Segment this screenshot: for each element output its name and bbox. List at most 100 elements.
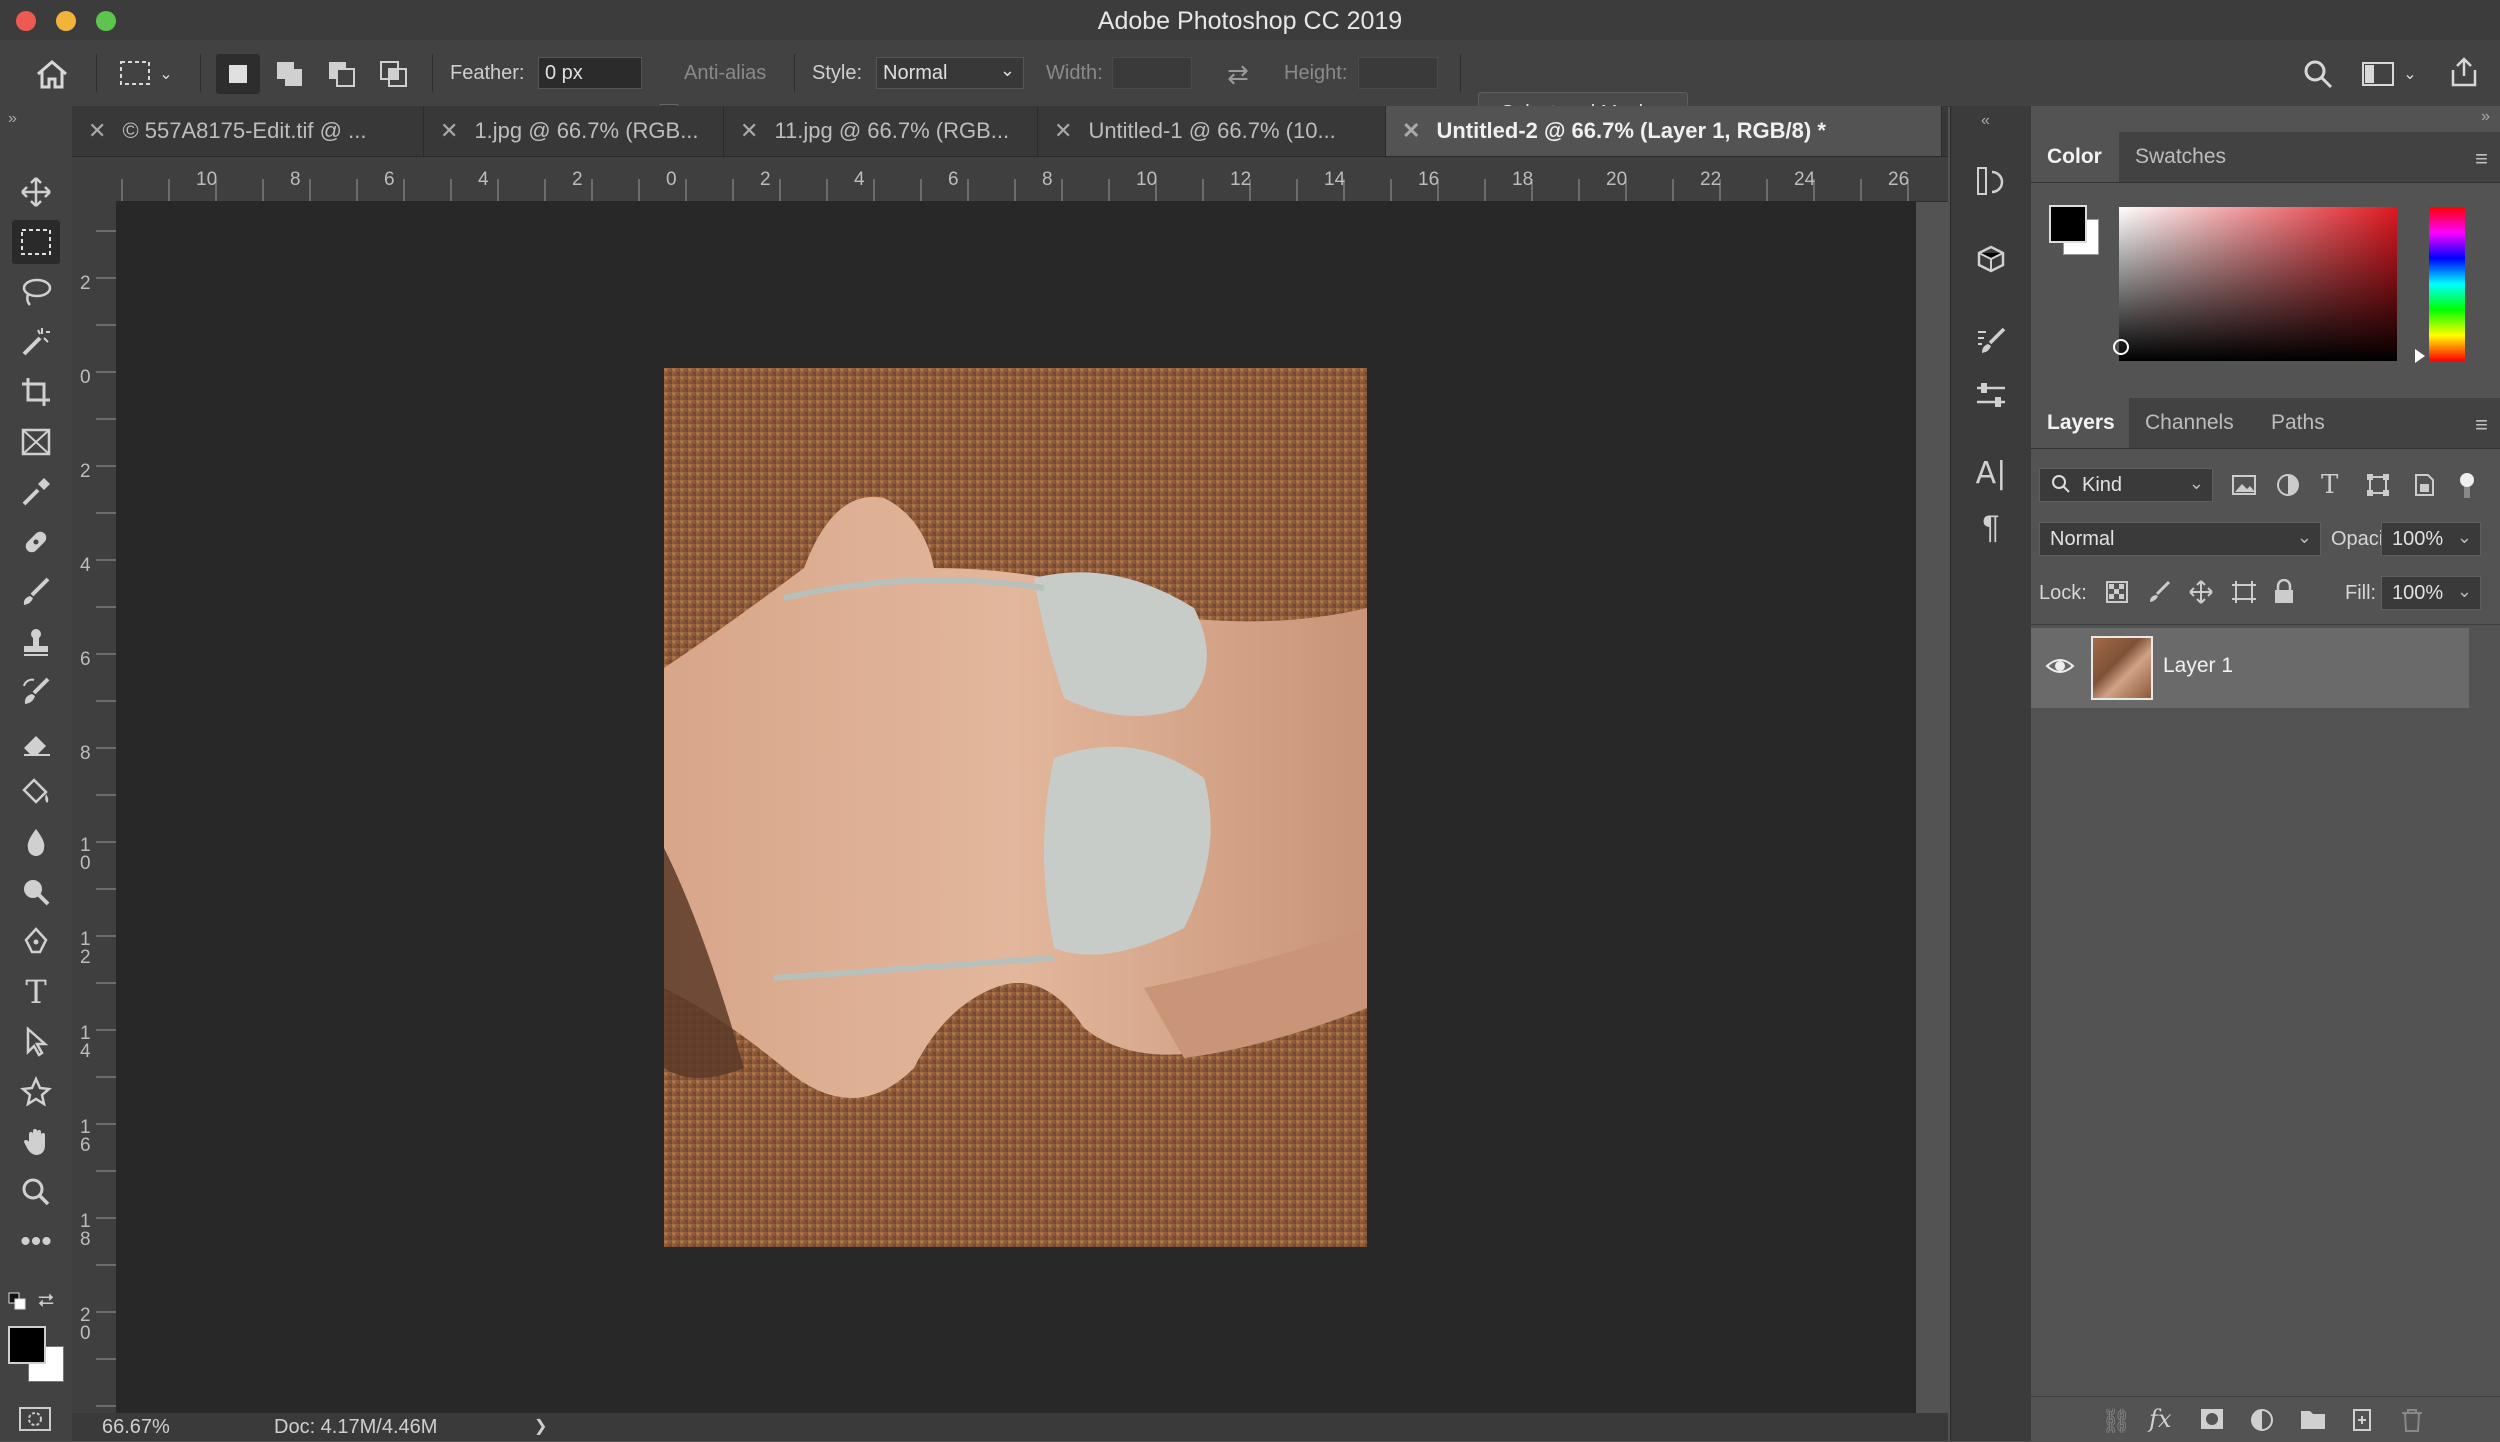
status-menu-arrow[interactable]: ❯ (534, 1416, 547, 1436)
search-icon[interactable] (2298, 54, 2338, 94)
home-icon[interactable] (30, 54, 74, 94)
workspace-switcher[interactable]: ⌄ (2354, 54, 2424, 94)
color-field[interactable] (2113, 207, 2397, 361)
tab-557A8175-edit[interactable]: ✕ © 557A8175-Edit.tif @ ... (72, 106, 424, 156)
swap-dimensions-icon[interactable]: ⇄ (1216, 54, 1260, 94)
new-layer-icon[interactable] (2349, 1407, 2375, 1438)
close-tab-icon[interactable]: ✕ (440, 118, 458, 144)
paragraph-panel-icon[interactable]: ¶ (1967, 504, 2015, 550)
adjustments-icon[interactable] (1967, 372, 2015, 418)
frame-tool-icon[interactable] (12, 420, 60, 464)
collapse-panels-icon[interactable]: « (1981, 112, 1990, 130)
panel-menu-icon[interactable]: ≡ (2475, 412, 2488, 438)
path-selection-tool-icon[interactable] (12, 1020, 60, 1064)
eyedropper-tool-icon[interactable] (12, 470, 60, 514)
edit-toolbar-icon[interactable]: ••• (12, 1220, 60, 1264)
new-selection-icon[interactable] (216, 54, 260, 94)
lock-artboard-icon[interactable] (2231, 580, 2257, 609)
share-icon[interactable] (2444, 52, 2484, 92)
layer-name[interactable]: Layer 1 (2163, 654, 2233, 678)
brush-tool-icon[interactable] (12, 570, 60, 614)
tab-untitled-1[interactable]: ✕ Untitled-1 @ 66.7% (10... (1038, 106, 1386, 156)
lock-all-icon[interactable] (2273, 578, 2295, 610)
shape-layer-filter-icon[interactable] (2365, 472, 2391, 503)
eye-icon[interactable] (2045, 654, 2075, 683)
paint-bucket-tool-icon[interactable] (12, 770, 60, 814)
dodge-tool-icon[interactable] (12, 870, 60, 914)
expand-panels-icon[interactable]: » (2481, 108, 2490, 126)
tab-color[interactable]: Color (2031, 132, 2119, 182)
new-adjustment-layer-icon[interactable] (2249, 1407, 2275, 1438)
smart-object-filter-icon[interactable] (2411, 472, 2437, 503)
lock-position-icon[interactable] (2189, 580, 2213, 609)
layer-row[interactable]: Layer 1 (2031, 628, 2469, 708)
pen-tool-icon[interactable] (12, 920, 60, 964)
panel-menu-icon[interactable]: ≡ (2475, 146, 2488, 172)
healing-brush-tool-icon[interactable] (12, 520, 60, 564)
style-select[interactable]: Normal ⌄ (876, 57, 1024, 89)
close-tab-icon[interactable]: ✕ (1054, 118, 1072, 144)
close-tab-icon[interactable]: ✕ (1402, 118, 1420, 144)
layer-filter-select[interactable]: Kind ⌄ (2039, 468, 2213, 502)
lock-image-pixels-icon[interactable] (2147, 580, 2171, 609)
close-tab-icon[interactable]: ✕ (88, 118, 106, 144)
character-panel-icon[interactable]: A| (1967, 450, 2015, 496)
crop-tool-icon[interactable] (12, 370, 60, 414)
move-tool-icon[interactable] (12, 170, 60, 214)
default-colors-icon[interactable] (8, 1292, 28, 1312)
tab-1-jpg[interactable]: ✕ 1.jpg @ 66.7% (RGB... (424, 106, 724, 156)
foreground-color-chip[interactable] (2049, 205, 2087, 243)
blend-mode-select[interactable]: Normal ⌄ (2039, 522, 2321, 556)
filter-toggle-switch[interactable] (2459, 472, 2475, 498)
add-to-selection-icon[interactable] (268, 54, 312, 94)
marquee-preset-picker[interactable]: ⌄ (114, 54, 178, 94)
type-layer-filter-icon[interactable]: T (2321, 470, 2338, 500)
zoom-level[interactable]: 66.67% (102, 1416, 170, 1439)
rectangular-marquee-tool-icon[interactable] (12, 220, 60, 264)
tab-channels[interactable]: Channels (2129, 398, 2255, 448)
feather-input[interactable]: 0 px (538, 57, 642, 89)
opacity-input[interactable]: 100% ⌄ (2381, 522, 2481, 556)
layer-1-image[interactable] (664, 368, 1367, 1247)
3d-panel-icon[interactable] (1967, 236, 2015, 282)
blur-tool-icon[interactable] (12, 820, 60, 864)
add-mask-icon[interactable] (2199, 1407, 2225, 1436)
color-picker-handle[interactable] (2113, 339, 2129, 355)
width-input[interactable] (1112, 57, 1192, 89)
swap-colors-icon[interactable]: ⮂ (38, 1290, 54, 1313)
zoom-tool-icon[interactable] (12, 1170, 60, 1214)
pixel-layer-filter-icon[interactable] (2231, 472, 2257, 503)
collapse-toolbar-icon[interactable]: » (8, 110, 17, 128)
eraser-tool-icon[interactable] (12, 720, 60, 764)
history-panel-icon[interactable] (1967, 158, 2015, 204)
quick-mask-icon[interactable] (18, 1406, 52, 1436)
fill-input[interactable]: 100% ⌄ (2381, 576, 2481, 610)
brush-settings-icon[interactable] (1967, 318, 2015, 364)
clone-stamp-tool-icon[interactable] (12, 620, 60, 664)
hand-tool-icon[interactable] (12, 1120, 60, 1164)
intersect-selection-icon[interactable] (372, 54, 416, 94)
link-layers-icon[interactable]: ⛓ (2101, 1407, 2131, 1436)
lock-transparency-icon[interactable] (2105, 580, 2129, 609)
tab-paths[interactable]: Paths (2255, 398, 2355, 448)
adjustment-layer-filter-icon[interactable] (2275, 472, 2301, 503)
tab-swatches[interactable]: Swatches (2119, 132, 2237, 182)
add-layer-style-icon[interactable]: fx (2149, 1405, 2171, 1433)
hue-slider-handle[interactable] (2415, 349, 2425, 363)
foreground-color-swatch[interactable] (8, 1326, 46, 1364)
subtract-from-selection-icon[interactable] (320, 54, 364, 94)
height-input[interactable] (1358, 57, 1438, 89)
tab-untitled-2[interactable]: ✕ Untitled-2 @ 66.7% (Layer 1, RGB/8) * (1386, 106, 1942, 156)
custom-shape-tool-icon[interactable] (12, 1070, 60, 1114)
tab-11-jpg[interactable]: ✕ 11.jpg @ 66.7% (RGB... (724, 106, 1038, 156)
lasso-tool-icon[interactable] (12, 270, 60, 314)
hue-slider[interactable] (2429, 207, 2465, 361)
type-tool-icon[interactable]: T (12, 970, 60, 1014)
document-canvas[interactable] (116, 201, 1916, 1413)
tab-layers[interactable]: Layers (2031, 398, 2129, 448)
new-group-icon[interactable] (2299, 1407, 2327, 1436)
magic-wand-tool-icon[interactable] (12, 320, 60, 364)
history-brush-tool-icon[interactable] (12, 670, 60, 714)
close-tab-icon[interactable]: ✕ (740, 118, 758, 144)
delete-layer-icon[interactable] (2399, 1407, 2425, 1438)
